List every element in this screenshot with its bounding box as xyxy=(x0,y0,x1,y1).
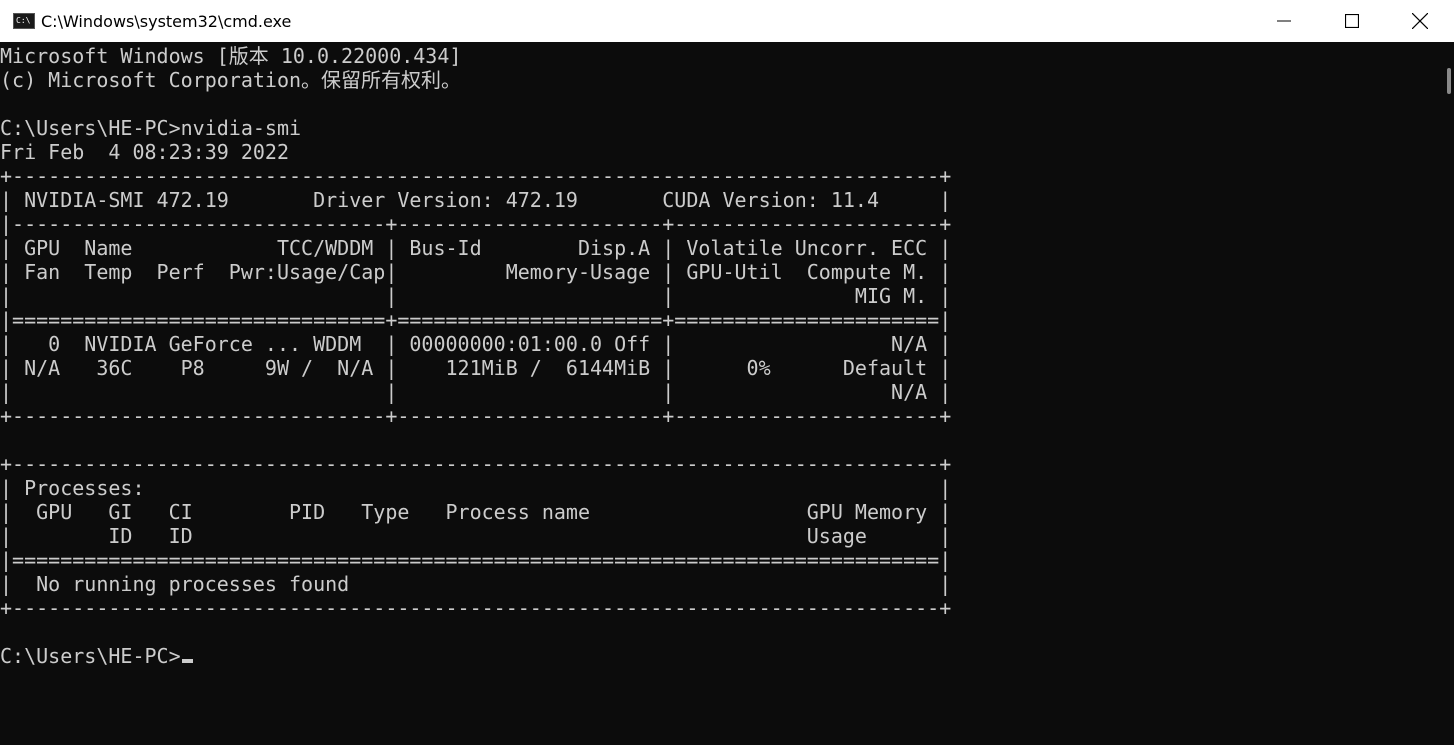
prompt-text: C:\Users\HE-PC> xyxy=(0,644,181,668)
prompt-line[interactable]: C:\Users\HE-PC> xyxy=(0,644,193,668)
gpu-row-line: | | | N/A | xyxy=(0,380,952,404)
timestamp-line: Fri Feb 4 08:23:39 2022 xyxy=(0,140,289,164)
processes-title-line: | Processes: | xyxy=(0,476,952,500)
gpu-row-line: | N/A 36C P8 9W / N/A | 121MiB / 6144MiB… xyxy=(0,356,952,380)
cmd-window: C:\ C:\Windows\system32\cmd.exe Microsof… xyxy=(0,0,1454,745)
table-header-line: | GPU Name TCC/WDDM | Bus-Id Disp.A | Vo… xyxy=(0,236,952,260)
maximize-icon xyxy=(1345,14,1359,28)
minimize-icon xyxy=(1277,20,1291,22)
cmd-icon: C:\ xyxy=(13,13,35,29)
minimize-button[interactable] xyxy=(1250,0,1318,42)
processes-empty-line: | No running processes found | xyxy=(0,572,952,596)
table-divider: |=======================================… xyxy=(0,548,952,572)
table-border: +---------------------------------------… xyxy=(0,596,952,620)
table-header-line: | | | MIG M. | xyxy=(0,284,952,308)
console-output[interactable]: Microsoft Windows [版本 10.0.22000.434] (c… xyxy=(0,42,1444,745)
smi-version-line: | NVIDIA-SMI 472.19 Driver Version: 472.… xyxy=(0,188,952,212)
window-controls xyxy=(1250,0,1454,42)
table-border: +---------------------------------------… xyxy=(0,452,952,476)
table-divider: |-------------------------------+-------… xyxy=(0,212,952,236)
processes-header-line: | ID ID Usage | xyxy=(0,524,952,548)
console-line: Microsoft Windows [版本 10.0.22000.434] xyxy=(0,44,462,68)
text-cursor xyxy=(181,659,193,663)
scrollbar-thumb[interactable] xyxy=(1447,68,1451,94)
close-icon xyxy=(1412,13,1428,29)
table-border: +-------------------------------+-------… xyxy=(0,404,952,428)
close-button[interactable] xyxy=(1386,0,1454,42)
vertical-scrollbar[interactable] xyxy=(1444,42,1454,745)
window-title: C:\Windows\system32\cmd.exe xyxy=(41,11,292,31)
title-bar[interactable]: C:\ C:\Windows\system32\cmd.exe xyxy=(0,0,1454,42)
table-header-line: | Fan Temp Perf Pwr:Usage/Cap| Memory-Us… xyxy=(0,260,952,284)
processes-header-line: | GPU GI CI PID Type Process name GPU Me… xyxy=(0,500,952,524)
table-divider: |===============================+=======… xyxy=(0,308,952,332)
console-line: (c) Microsoft Corporation。保留所有权利。 xyxy=(0,68,462,92)
maximize-button[interactable] xyxy=(1318,0,1386,42)
gpu-row-line: | 0 NVIDIA GeForce ... WDDM | 00000000:0… xyxy=(0,332,952,356)
command-line: C:\Users\HE-PC>nvidia-smi xyxy=(0,116,302,140)
table-border: +---------------------------------------… xyxy=(0,164,952,188)
